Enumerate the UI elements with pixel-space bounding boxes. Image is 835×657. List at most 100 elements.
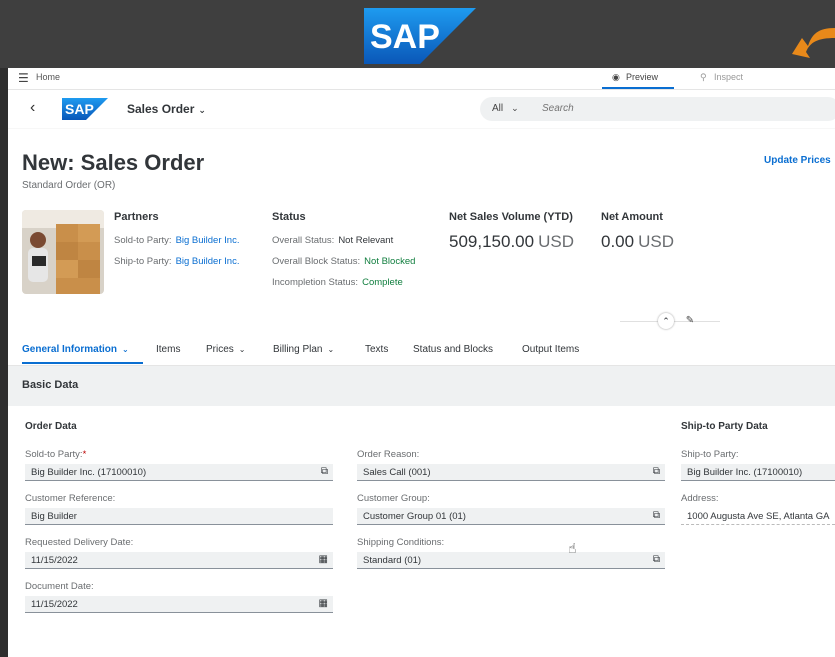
overall-status-value: Not Relevant [338, 235, 394, 246]
pin-header-icon[interactable]: ✎ [682, 313, 698, 329]
eye-icon: ◉ [612, 72, 620, 82]
app-title-menu[interactable]: Sales Order ⌄ [127, 102, 206, 116]
search-box: All ⌄ [480, 97, 835, 121]
tab-label: Output Items [522, 344, 580, 355]
ship-to-data-title: Ship-to Party Data [681, 421, 768, 432]
customer-group-value: Customer Group 01 (01) [363, 511, 466, 522]
inspect-label: Inspect [714, 72, 744, 82]
tab-label: General Information [22, 344, 118, 355]
video-top-band: SAP [0, 0, 835, 68]
sap-logo-text: SAP [370, 18, 440, 56]
block-status-value: Not Blocked [364, 256, 416, 267]
preview-label: Preview [626, 72, 659, 82]
customer-group-label: Customer Group: [357, 493, 430, 504]
sold-to-value: Big Builder Inc. (17100010) [31, 467, 147, 478]
menu-icon[interactable]: ☰ [18, 72, 29, 84]
collapse-header-button[interactable]: ⌃ [658, 313, 674, 329]
orange-arrow-icon [792, 28, 835, 58]
doc-date-field[interactable]: 11/15/2022 ▦ [25, 596, 333, 613]
address-label: Address: [681, 493, 719, 504]
sold-to-label: Sold-to Party:* [25, 449, 86, 460]
address-field[interactable]: 1000 Augusta Ave SE, Atlanta GA [681, 508, 835, 525]
net-amount-value: 0.00 USD [601, 232, 674, 252]
shipping-value: Standard (01) [363, 555, 422, 566]
value-help-icon[interactable]: ⧉ [653, 466, 660, 477]
header-sold-to: Sold-to Party: Big Builder Inc. [114, 235, 239, 246]
header-sold-to-link[interactable]: Big Builder Inc. [176, 235, 240, 246]
block-status: Overall Block Status: Not Blocked [272, 256, 415, 267]
overall-status-label: Overall Status: [272, 235, 335, 246]
tab-label: Billing Plan [273, 344, 323, 355]
customer-ref-label: Customer Reference: [25, 493, 116, 504]
block-status-label: Overall Block Status: [272, 256, 361, 267]
req-delivery-field[interactable]: 11/15/2022 ▦ [25, 552, 333, 569]
search-scope-select[interactable]: All ⌄ [492, 103, 519, 114]
tab-prices[interactable]: Prices ⌄ [206, 344, 246, 355]
header-ship-to: Ship-to Party: Big Builder Inc. [114, 256, 239, 267]
page-title: New: Sales Order [22, 150, 205, 175]
tab-billing-plan[interactable]: Billing Plan ⌄ [273, 344, 334, 355]
header-ship-to-label: Ship-to Party: [114, 256, 172, 267]
header-ship-to-link[interactable]: Big Builder Inc. [176, 256, 240, 267]
hand-cursor-icon: ☝ [568, 540, 577, 556]
doc-date-label: Document Date: [25, 581, 94, 592]
ship-to-value: Big Builder Inc. (17100010) [687, 467, 803, 478]
customer-ref-value: Big Builder [31, 511, 77, 522]
calendar-icon[interactable]: ▦ [319, 598, 328, 609]
shipping-field[interactable]: Standard (01) ⧉ [357, 552, 665, 569]
header-sold-to-label: Sold-to Party: [114, 235, 172, 246]
sold-to-field[interactable]: Big Builder Inc. (17100010) ⧉ [25, 464, 333, 481]
tab-label: Status and Blocks [413, 344, 494, 355]
update-prices-button[interactable]: Update Prices [764, 155, 831, 166]
value-help-icon[interactable]: ⧉ [653, 554, 660, 565]
sold-to-label-text: Sold-to Party: [25, 449, 83, 460]
incompletion-status: Incompletion Status: Complete [272, 277, 403, 288]
section-bar: Basic Data [8, 365, 835, 406]
search-scope-value: All [492, 103, 504, 114]
req-delivery-value: 11/15/2022 [31, 555, 78, 566]
tab-items[interactable]: Items [156, 344, 180, 355]
net-sales-title: Net Sales Volume (YTD) [449, 211, 573, 223]
address-value: 1000 Augusta Ave SE, Atlanta GA [687, 511, 830, 522]
tab-status-and-blocks[interactable]: Status and Blocks [413, 344, 493, 355]
order-reason-field[interactable]: Sales Call (001) ⧉ [357, 464, 665, 481]
shipping-label: Shipping Conditions: [357, 537, 445, 548]
app-screen: ☰ Home ◉ Preview ⚲ Inspect ‹ SAP Sales O… [8, 68, 835, 657]
order-data-title: Order Data [25, 421, 77, 432]
home-link[interactable]: Home [36, 72, 60, 82]
tab-label: Texts [365, 344, 389, 355]
chevron-down-icon: ⌄ [511, 103, 519, 113]
net-sales-amount: 509,150.00 [449, 232, 535, 251]
object-header: New: Sales Order Standard Order (OR) Upd… [8, 129, 835, 435]
incompletion-status-value: Complete [362, 277, 403, 288]
value-help-icon[interactable]: ⧉ [653, 510, 660, 521]
status-title: Status [272, 211, 306, 223]
sap-logo-small-text: SAP [65, 101, 94, 117]
sap-logo: SAP [364, 8, 476, 64]
search-input[interactable] [542, 103, 822, 114]
tab-general-information[interactable]: General Information ⌄ [22, 344, 129, 355]
inspect-icon: ⚲ [700, 72, 707, 82]
page-subtitle: Standard Order (OR) [22, 180, 116, 191]
required-marker: * [82, 449, 87, 460]
req-delivery-label: Requested Delivery Date: [25, 537, 134, 548]
calendar-icon[interactable]: ▦ [319, 554, 328, 565]
active-tab-indicator [22, 362, 143, 364]
basic-data-form: Order Data Sold-to Party:* Big Builder I… [8, 406, 835, 657]
chevron-down-icon: ⌄ [198, 105, 206, 115]
chevron-down-icon: ⌄ [327, 345, 335, 354]
overall-status: Overall Status: Not Relevant [272, 235, 393, 246]
tab-label: Items [156, 344, 181, 355]
customer-group-field[interactable]: Customer Group 01 (01) ⧉ [357, 508, 665, 525]
tab-texts[interactable]: Texts [365, 344, 388, 355]
ship-to-field[interactable]: Big Builder Inc. (17100010) [681, 464, 835, 481]
order-reason-label: Order Reason: [357, 449, 420, 460]
customer-ref-field[interactable]: Big Builder [25, 508, 333, 525]
back-button[interactable]: ‹ [30, 99, 35, 117]
tab-output-items[interactable]: Output Items [522, 344, 579, 355]
net-amount-amount: 0.00 [601, 232, 635, 251]
net-amount-currency: USD [638, 232, 674, 251]
tab-inspect[interactable]: ⚲ Inspect [698, 68, 768, 87]
tab-preview[interactable]: ◉ Preview [602, 68, 674, 89]
value-help-icon[interactable]: ⧉ [321, 466, 328, 477]
